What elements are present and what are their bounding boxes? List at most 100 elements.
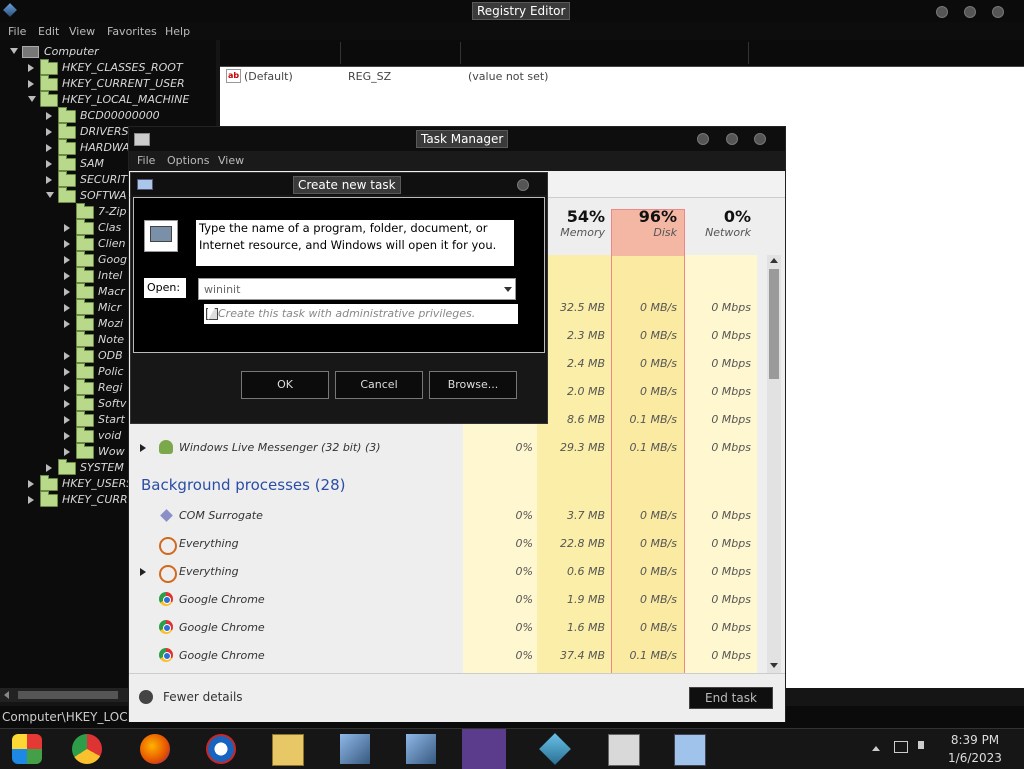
- menu-view[interactable]: View: [69, 25, 95, 38]
- process-list-scrollbar[interactable]: [767, 255, 781, 673]
- collapsed-arrow-icon[interactable]: [64, 304, 70, 312]
- cube-app-icon[interactable]: [539, 733, 571, 765]
- tree-item[interactable]: BCD00000000: [0, 107, 216, 124]
- process-row[interactable]: Google Chrome 0% 1.6 MB 0 MB/s 0 Mbps: [129, 614, 769, 642]
- scroll-thumb[interactable]: [18, 691, 118, 699]
- dialog-close-button[interactable]: [517, 179, 529, 191]
- chrome-icon[interactable]: [72, 734, 102, 764]
- registry-menubar: File Edit View Favorites Help: [0, 22, 1024, 40]
- collapsed-arrow-icon[interactable]: [64, 384, 70, 392]
- process-disk: 0 MB/s: [640, 537, 677, 550]
- process-row[interactable]: Windows Live Messenger (32 bit) (3) 0% 29.…: [129, 434, 769, 462]
- clock-time[interactable]: 8:39 PM: [940, 733, 1010, 747]
- menu-edit[interactable]: Edit: [38, 25, 59, 38]
- chevron-up-icon[interactable]: [139, 690, 153, 704]
- expanded-arrow-icon[interactable]: [46, 192, 54, 198]
- show-hidden-icons-icon[interactable]: [872, 746, 880, 751]
- create-task-titlebar[interactable]: Create new task: [131, 173, 547, 195]
- process-row[interactable]: COM Surrogate 0% 3.7 MB 0 MB/s 0 Mbps: [129, 502, 769, 530]
- open-combobox[interactable]: wininit: [198, 278, 516, 300]
- collapsed-arrow-icon[interactable]: [64, 320, 70, 328]
- clock-date[interactable]: 1/6/2023: [940, 751, 1010, 765]
- create-task-instructions: Type the name of a program, folder, docu…: [196, 220, 514, 266]
- menu-help[interactable]: Help: [165, 25, 190, 38]
- scroll-thumb[interactable]: [769, 269, 779, 379]
- collapsed-arrow-icon[interactable]: [46, 464, 52, 472]
- tree-item[interactable]: HKEY_CURRENT_USER: [0, 75, 216, 92]
- tree-item[interactable]: HKEY_CLASSES_ROOT: [0, 59, 216, 76]
- expand-arrow-icon[interactable]: [140, 568, 146, 576]
- collapsed-arrow-icon[interactable]: [64, 368, 70, 376]
- collapsed-arrow-icon[interactable]: [28, 80, 34, 88]
- process-row[interactable]: Everything 0% 22.8 MB 0 MB/s 0 Mbps: [129, 530, 769, 558]
- minimize-button[interactable]: [936, 6, 948, 18]
- network-icon[interactable]: [894, 741, 908, 753]
- menu-favorites[interactable]: Favorites: [107, 25, 157, 38]
- process-mem: 0.6 MB: [566, 565, 605, 578]
- tree-item-label: SECURIT: [80, 173, 128, 186]
- collapsed-arrow-icon[interactable]: [64, 288, 70, 296]
- run-dialog-icon[interactable]: [674, 734, 706, 766]
- process-row[interactable]: Everything 0% 0.6 MB 0 MB/s 0 Mbps: [129, 558, 769, 586]
- process-row[interactable]: Google Chrome 0% 37.4 MB 0.1 MB/s 0 Mbps: [129, 642, 769, 670]
- process-disk: 0 MB/s: [640, 301, 677, 314]
- collapsed-arrow-icon[interactable]: [64, 416, 70, 424]
- collapsed-arrow-icon[interactable]: [46, 176, 52, 184]
- file-explorer-icon[interactable]: [272, 734, 304, 766]
- registry-icon[interactable]: [340, 734, 370, 764]
- process-disk: 0 MB/s: [640, 509, 677, 522]
- end-task-button[interactable]: End task: [689, 687, 773, 709]
- tree-item[interactable]: HKEY_LOCAL_MACHINE: [0, 91, 216, 108]
- maximize-button[interactable]: [964, 6, 976, 18]
- obama-logo-icon[interactable]: [206, 734, 236, 764]
- registry-titlebar[interactable]: Registry Editor: [0, 0, 1024, 22]
- registry-icon-2[interactable]: [406, 734, 436, 764]
- folder-icon: [76, 379, 94, 395]
- fewer-details-link[interactable]: Fewer details: [163, 690, 243, 704]
- collapsed-arrow-icon[interactable]: [28, 480, 34, 488]
- tree-item-label: Polic: [98, 365, 124, 378]
- collapsed-arrow-icon[interactable]: [46, 160, 52, 168]
- collapsed-arrow-icon[interactable]: [64, 400, 70, 408]
- value-name[interactable]: (Default): [244, 70, 293, 83]
- close-button[interactable]: [992, 6, 1004, 18]
- expand-arrow-icon[interactable]: [140, 444, 146, 452]
- messenger-icon[interactable]: [462, 729, 506, 769]
- collapsed-arrow-icon[interactable]: [28, 496, 34, 504]
- cancel-button[interactable]: Cancel: [335, 371, 423, 399]
- ok-button[interactable]: OK: [241, 371, 329, 399]
- collapsed-arrow-icon[interactable]: [64, 224, 70, 232]
- start-icon[interactable]: [12, 734, 42, 764]
- collapsed-arrow-icon[interactable]: [28, 64, 34, 72]
- collapsed-arrow-icon[interactable]: [64, 240, 70, 248]
- volume-icon[interactable]: [918, 741, 924, 749]
- expanded-arrow-icon[interactable]: [28, 96, 36, 102]
- firefox-icon[interactable]: [140, 734, 170, 764]
- tree-item-label: DRIVERS: [80, 125, 129, 138]
- collapsed-arrow-icon[interactable]: [46, 128, 52, 136]
- dropdown-arrow-icon[interactable]: [504, 287, 512, 292]
- collapsed-arrow-icon[interactable]: [64, 432, 70, 440]
- admin-privileges-label[interactable]: Create this task with administrative pri…: [204, 304, 518, 324]
- expanded-arrow-icon[interactable]: [10, 48, 18, 54]
- scroll-up-icon[interactable]: [770, 258, 778, 263]
- collapsed-arrow-icon[interactable]: [46, 112, 52, 120]
- collapsed-arrow-icon[interactable]: [46, 144, 52, 152]
- tree-item[interactable]: Computer: [0, 44, 216, 60]
- process-mem: 1.9 MB: [566, 593, 605, 606]
- menu-file[interactable]: File: [8, 25, 26, 38]
- computer-icon: [22, 46, 39, 58]
- chrome-icon: [159, 620, 173, 634]
- collapsed-arrow-icon[interactable]: [64, 256, 70, 264]
- scroll-left-icon[interactable]: [4, 691, 9, 699]
- process-row[interactable]: Google Chrome 0% 1.9 MB 0 MB/s 0 Mbps: [129, 586, 769, 614]
- collapsed-arrow-icon[interactable]: [64, 448, 70, 456]
- collapsed-arrow-icon[interactable]: [64, 272, 70, 280]
- scroll-down-icon[interactable]: [770, 663, 778, 668]
- process-cpu: 0%: [515, 565, 533, 578]
- chrome-icon: [159, 592, 173, 606]
- string-value-icon: ab: [226, 69, 241, 83]
- task-manager-icon[interactable]: [608, 734, 640, 766]
- collapsed-arrow-icon[interactable]: [64, 352, 70, 360]
- browse-button[interactable]: Browse...: [429, 371, 517, 399]
